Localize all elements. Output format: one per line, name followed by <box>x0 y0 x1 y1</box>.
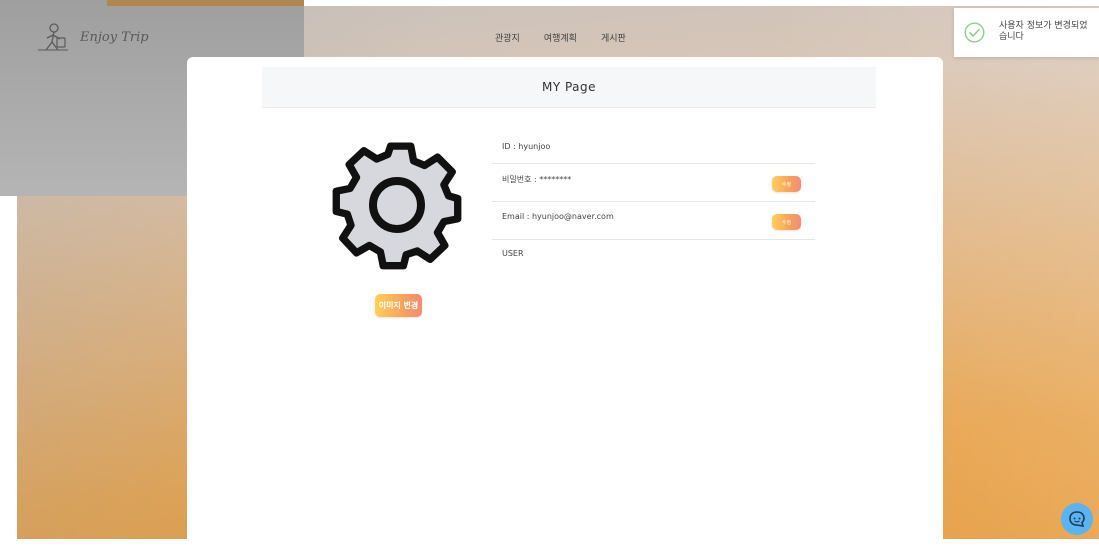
gear-icon <box>332 142 462 270</box>
nav-trip-plan[interactable]: 여행계획 <box>544 31 577 44</box>
card-header: MY Page <box>262 67 876 108</box>
edit-email-button[interactable]: 수정 <box>772 214 801 230</box>
change-image-button[interactable]: 이미지 변경 <box>375 294 422 317</box>
info-row-id: ID : hyunjoo <box>492 134 815 164</box>
mypage-card: MY Page 이미지 변경 ID : hyunjoo 비밀번호 : *****… <box>187 57 943 547</box>
info-row-password: 비밀번호 : ******** 수정 <box>492 164 815 202</box>
background-strip <box>107 0 304 6</box>
id-text: ID : hyunjoo <box>502 142 551 151</box>
role-text: USER <box>502 249 524 258</box>
info-row-email: Email : hyunjoo@naver.com 수정 <box>492 202 815 240</box>
logo-text: Enjoy Trip <box>80 29 149 45</box>
nav-board[interactable]: 게시판 <box>601 31 626 44</box>
edit-password-button[interactable]: 수정 <box>772 176 801 192</box>
password-text: 비밀번호 : ******** <box>502 175 572 184</box>
page-title: MY Page <box>541 80 597 94</box>
traveler-icon <box>38 23 68 51</box>
main-nav: 관광지 여행계획 게시판 <box>495 31 626 44</box>
chat-button[interactable] <box>1061 503 1093 535</box>
toast-message: 사용자 정보가 변경되었습니다 <box>999 21 1088 42</box>
nav-attractions[interactable]: 관광지 <box>495 31 520 44</box>
chat-icon <box>1069 511 1085 527</box>
user-info-list: ID : hyunjoo 비밀번호 : ******** 수정 Email : … <box>492 134 815 270</box>
email-text: Email : hyunjoo@naver.com <box>502 212 614 221</box>
check-circle-icon <box>964 22 985 43</box>
success-toast[interactable]: 사용자 정보가 변경되었습니다 <box>954 8 1099 57</box>
logo[interactable]: Enjoy Trip <box>36 22 149 52</box>
info-row-role: USER <box>492 240 815 270</box>
